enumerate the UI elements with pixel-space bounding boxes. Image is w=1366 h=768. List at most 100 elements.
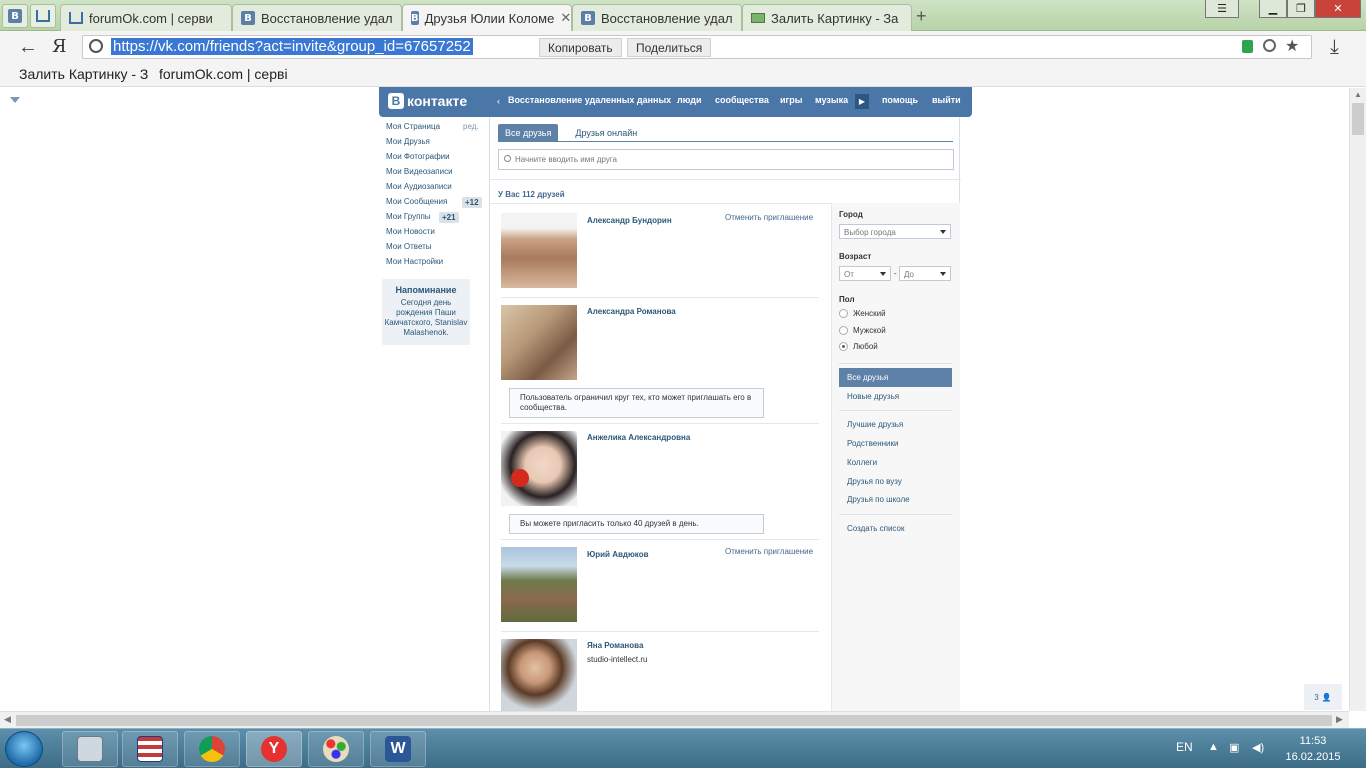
nav-music[interactable]: музыка [815,95,848,105]
vertical-scrollbar[interactable]: ▲ [1349,88,1366,711]
age-from-select[interactable]: От [839,266,891,281]
pinned-tab-vk[interactable]: В [2,4,28,28]
friend-avatar[interactable] [501,547,577,622]
start-button[interactable] [5,731,43,767]
menu-my-settings[interactable]: Мои Настройки [386,257,443,266]
bookmark-forumok[interactable]: forumOk.com | серві [159,66,288,82]
age-label: Возраст [839,252,872,261]
menu-my-audio[interactable]: Мои Аудиозаписи [386,182,452,191]
city-select[interactable]: Выбор города [839,224,951,239]
taskbar-paint[interactable] [308,731,364,767]
language-indicator[interactable]: EN [1176,740,1193,754]
create-list-link[interactable]: Создать список [847,524,904,533]
scroll-up-icon[interactable]: ▲ [1354,90,1362,99]
friend-avatar[interactable] [501,305,577,380]
tab-forumok[interactable]: forumOk.com | серви [60,4,232,31]
list-best-friends[interactable]: Лучшие друзья [847,420,903,429]
cancel-invite-link[interactable]: Отменить приглашение [725,547,813,556]
reminder-text[interactable]: Сегодня день рождения Паши Камчатского, … [382,298,470,338]
taskbar-yandex[interactable]: Y [246,731,302,767]
minimize-icon[interactable]: ▁ [1259,0,1287,18]
tray-expand-icon[interactable]: ▲ [1208,741,1219,753]
nav-help[interactable]: помощь [882,95,918,105]
sex-radio-female[interactable]: Женский [839,309,886,318]
page-menu-arrow-icon[interactable] [10,97,20,103]
menu-icon[interactable]: ☰ [1205,0,1239,18]
menu-my-news[interactable]: Мои Новости [386,227,435,236]
copy-url-button[interactable]: Копировать [539,38,622,57]
tab-all-friends[interactable]: Все друзья [498,124,559,142]
tab-friends[interactable]: В Друзья Юлии Коломе ✕ [402,4,572,31]
menu-edit-link[interactable]: ред. [463,122,479,131]
menu-my-messages[interactable]: Мои Сообщения [386,197,447,206]
network-icon[interactable]: ▣ [1229,741,1239,754]
scrollbar-thumb[interactable] [16,715,1332,726]
nav-communities[interactable]: сообщества [715,95,769,105]
share-url-button[interactable]: Поделиться [627,38,712,57]
menu-my-groups[interactable]: Мои Группы [386,212,431,221]
taskbar-chrome[interactable] [184,731,240,767]
nav-games[interactable]: игры [780,95,802,105]
list-colleagues[interactable]: Коллеги [847,458,877,467]
url-text[interactable]: https://vk.com/friends?act=invite&group_… [111,38,473,55]
pinned-tab-book[interactable] [30,4,56,28]
nav-people[interactable]: люди [677,95,702,105]
system-clock[interactable]: 11:53 16.02.2015 [1280,733,1346,765]
groups-badge[interactable]: +21 [439,212,459,223]
taskbar-word[interactable]: W [370,731,426,767]
friend-name[interactable]: Александр Бундорин [587,216,672,225]
volume-icon[interactable]: ◀) [1252,741,1264,754]
tab-restore-2[interactable]: В Восстановление удал [572,4,742,31]
nav-more-icon[interactable]: ▶ [855,94,869,109]
sex-radio-male[interactable]: Мужской [839,326,886,335]
list-university[interactable]: Друзья по вузу [847,477,902,486]
sex-radio-any[interactable]: Любой [839,342,878,351]
scroll-left-icon[interactable]: ◀ [4,714,11,725]
vk-logo[interactable]: В контакте [388,93,467,109]
friend-name[interactable]: Юрий Авдюков [587,550,649,559]
url-field[interactable]: https://vk.com/friends?act=invite&group_… [82,35,1312,59]
taskbar-archive[interactable] [122,731,178,767]
messages-badge[interactable]: +12 [462,197,482,208]
friend-avatar[interactable] [501,639,577,711]
menu-my-videos[interactable]: Мои Видеозаписи [386,167,453,176]
tab-upload-image[interactable]: Залить Картинку - За [742,4,912,31]
menu-my-page[interactable]: Моя Страница [386,122,440,131]
online-counter[interactable]: 3 👤 [1304,684,1342,710]
download-icon[interactable]: ⤓ [1330,36,1339,59]
vk-logo-icon: В [388,93,404,109]
friend-name[interactable]: Анжелика Александровна [587,433,690,442]
taskbar-calculator[interactable] [62,731,118,767]
maximize-icon[interactable]: ❐ [1287,0,1315,18]
menu-my-photos[interactable]: Мои Фотографии [386,152,450,161]
cancel-invite-link[interactable]: Отменить приглашение [725,213,813,222]
close-tab-icon[interactable]: ✕ [560,10,571,26]
zoom-icon[interactable] [1263,39,1276,52]
close-window-icon[interactable]: ✕ [1315,0,1361,18]
radio-icon [839,326,848,335]
nav-logout[interactable]: выйти [932,95,961,105]
friend-avatar[interactable] [501,431,577,506]
bookmark-upload-image[interactable]: Залить Картинку - З [19,66,148,82]
menu-my-friends[interactable]: Мои Друзья [386,137,430,146]
age-to-select[interactable]: До [899,266,951,281]
horizontal-scrollbar[interactable]: ◀ ▶ [0,711,1349,728]
nav-back-link[interactable]: Восстановление удаленных данных [508,95,671,105]
new-tab-button[interactable]: + [916,6,927,27]
tab-online-friends[interactable]: Друзья онлайн [568,124,644,142]
friend-search-input[interactable]: Начните вводить имя друга [498,149,954,170]
friend-name[interactable]: Александра Романова [587,307,676,316]
back-arrow-icon[interactable]: ← [18,36,38,59]
list-school[interactable]: Друзья по школе [847,495,910,504]
scroll-right-icon[interactable]: ▶ [1336,714,1343,725]
menu-my-answers[interactable]: Мои Ответы [386,242,432,251]
list-relatives[interactable]: Родственники [847,439,898,448]
friend-avatar[interactable] [501,213,577,288]
yandex-logo[interactable]: Я [52,36,67,57]
friend-name[interactable]: Яна Романова [587,641,643,650]
scrollbar-thumb[interactable] [1352,103,1364,135]
star-icon[interactable]: ★ [1285,36,1299,56]
list-new-friends[interactable]: Новые друзья [847,392,899,401]
list-all-friends[interactable]: Все друзья [839,368,952,387]
tab-restore-1[interactable]: В Восстановление удал [232,4,402,31]
